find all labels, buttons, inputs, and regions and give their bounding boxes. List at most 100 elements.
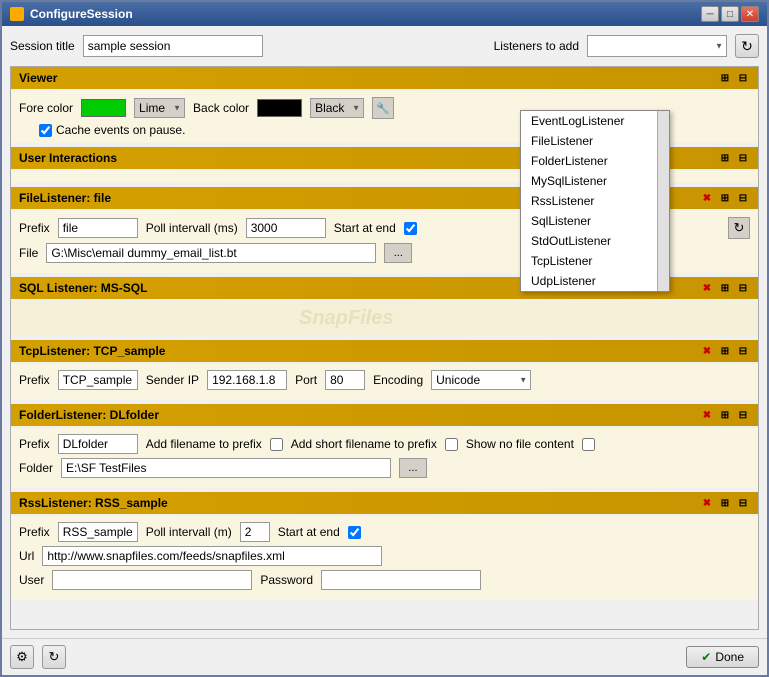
rss-poll-label: Poll intervall (m) (146, 525, 232, 539)
tcp-encoding-wrapper: Unicode ASCII UTF-8 (431, 370, 531, 390)
file-start-end-checkbox[interactable] (404, 222, 417, 235)
popup-scrollbar[interactable] (657, 111, 669, 291)
rss-url-input[interactable] (42, 546, 382, 566)
listeners-dropdown[interactable] (587, 35, 727, 57)
add-listener-button[interactable]: ↻ (735, 34, 759, 58)
rss-user-input[interactable] (52, 570, 252, 590)
bottom-bar: ⚙ ↻ ✔ Done (2, 638, 767, 675)
folder-show-no-file-checkbox[interactable] (582, 438, 595, 451)
file-listener-collapse-icon[interactable]: ⊟ (736, 191, 750, 205)
folder-browse-button[interactable]: ... (399, 458, 427, 478)
rss-listener-section: RssListener: RSS_sample ✖ ⊞ ⊟ Prefix Pol… (11, 492, 758, 600)
tcp-sender-ip-input[interactable] (207, 370, 287, 390)
tcp-listener-expand-icon[interactable]: ⊞ (718, 344, 732, 358)
rss-listener-body: Prefix Poll intervall (m) Start at end U… (11, 516, 758, 600)
folder-listener-collapse-icon[interactable]: ⊟ (736, 408, 750, 422)
folder-show-no-file-label: Show no file content (466, 437, 574, 451)
tcp-listener-collapse-icon[interactable]: ⊟ (736, 344, 750, 358)
tcp-port-input[interactable] (325, 370, 365, 390)
viewer-settings-button[interactable]: 🔧 (372, 97, 394, 119)
file-prefix-label: Prefix (19, 221, 50, 235)
sql-listener-collapse-icon[interactable]: ⊟ (736, 281, 750, 295)
viewer-header: Viewer ⊞ ⊟ (11, 67, 758, 89)
fore-color-preview (81, 99, 126, 117)
rss-password-label: Password (260, 573, 313, 587)
folder-folder-input[interactable] (61, 458, 391, 478)
folder-prefix-label: Prefix (19, 437, 50, 451)
file-listener-expand-icon[interactable]: ⊞ (718, 191, 732, 205)
listener-option-tcp[interactable]: TcpListener (521, 251, 669, 271)
main-content: Session title Listeners to add ↻ Vie (2, 26, 767, 638)
listener-option-mysql[interactable]: MySqlListener (521, 171, 669, 191)
rss-listener-header: RssListener: RSS_sample ✖ ⊞ ⊟ (11, 492, 758, 514)
sql-listener-expand-icon[interactable]: ⊞ (718, 281, 732, 295)
tcp-encoding-select[interactable]: Unicode ASCII UTF-8 (431, 370, 531, 390)
folder-listener-header: FolderListener: DLfolder ✖ ⊞ ⊟ (11, 404, 758, 426)
fore-color-dropdown-wrapper: Lime (134, 98, 185, 118)
listener-option-sql[interactable]: SqlListener (521, 211, 669, 231)
minimize-button[interactable]: ─ (701, 6, 719, 22)
folder-add-short-label: Add short filename to prefix (291, 437, 437, 451)
rss-listener-collapse-icon[interactable]: ⊟ (736, 496, 750, 510)
rss-start-end-checkbox[interactable] (348, 526, 361, 539)
tcp-listener-section: TcpListener: TCP_sample ✖ ⊞ ⊟ Prefix Sen… (11, 340, 758, 400)
rss-start-end-label: Start at end (278, 525, 340, 539)
viewer-collapse-icon[interactable]: ⊟ (736, 71, 750, 85)
tcp-prefix-input[interactable] (58, 370, 138, 390)
app-icon (10, 7, 24, 21)
rss-url-label: Url (19, 549, 34, 563)
folder-listener-section: FolderListener: DLfolder ✖ ⊞ ⊟ Prefix Ad… (11, 404, 758, 488)
main-window: ConfigureSession ─ □ ✕ Session title Lis… (0, 0, 769, 677)
user-interactions-title: User Interactions (19, 151, 117, 165)
file-poll-label: Poll intervall (ms) (146, 221, 238, 235)
rss-listener-remove-icon[interactable]: ✖ (700, 496, 714, 510)
folder-prefix-input[interactable] (58, 434, 138, 454)
listener-option-file[interactable]: FileListener (521, 131, 669, 151)
done-button[interactable]: ✔ Done (686, 646, 759, 668)
tcp-listener-remove-icon[interactable]: ✖ (700, 344, 714, 358)
folder-add-short-checkbox[interactable] (445, 438, 458, 451)
session-title-input[interactable] (83, 35, 263, 57)
folder-add-filename-checkbox[interactable] (270, 438, 283, 451)
sql-listener-title: SQL Listener: MS-SQL (19, 281, 147, 295)
listener-option-udp[interactable]: UdpListener (521, 271, 669, 291)
file-listener-remove-icon[interactable]: ✖ (700, 191, 714, 205)
folder-listener-expand-icon[interactable]: ⊞ (718, 408, 732, 422)
rss-listener-title: RssListener: RSS_sample (19, 496, 168, 510)
tcp-sender-ip-label: Sender IP (146, 373, 199, 387)
rss-poll-input[interactable] (240, 522, 270, 542)
back-color-label: Back color (193, 101, 249, 115)
cache-events-checkbox[interactable] (39, 124, 52, 137)
fore-color-select[interactable]: Lime (134, 98, 185, 118)
file-listener-title: FileListener: file (19, 191, 111, 205)
back-color-select[interactable]: Black (310, 98, 364, 118)
sql-listener-remove-icon[interactable]: ✖ (700, 281, 714, 295)
listener-option-folder[interactable]: FolderListener (521, 151, 669, 171)
tcp-listener-header: TcpListener: TCP_sample ✖ ⊞ ⊟ (11, 340, 758, 362)
listener-option-stdout[interactable]: StdOutListener (521, 231, 669, 251)
maximize-button[interactable]: □ (721, 6, 739, 22)
user-interactions-collapse-icon[interactable]: ⊟ (736, 151, 750, 165)
listener-option-rss[interactable]: RssListener (521, 191, 669, 211)
file-prefix-input[interactable] (58, 218, 138, 238)
folder-folder-label: Folder (19, 461, 53, 475)
close-button[interactable]: ✕ (741, 6, 759, 22)
rss-user-label: User (19, 573, 44, 587)
fore-color-label: Fore color (19, 101, 73, 115)
file-browse-button[interactable]: ... (384, 243, 412, 263)
folder-listener-remove-icon[interactable]: ✖ (700, 408, 714, 422)
file-file-input[interactable] (46, 243, 376, 263)
back-color-preview (257, 99, 302, 117)
bottom-left-btn-2[interactable]: ↻ (42, 645, 66, 669)
title-bar: ConfigureSession ─ □ ✕ (2, 2, 767, 26)
user-interactions-expand-icon[interactable]: ⊞ (718, 151, 732, 165)
file-refresh-button[interactable]: ↻ (728, 217, 750, 239)
tcp-port-label: Port (295, 373, 317, 387)
bottom-left-btn-1[interactable]: ⚙ (10, 645, 34, 669)
rss-listener-expand-icon[interactable]: ⊞ (718, 496, 732, 510)
file-poll-input[interactable] (246, 218, 326, 238)
viewer-expand-icon[interactable]: ⊞ (718, 71, 732, 85)
listener-option-eventlog[interactable]: EventLogListener (521, 111, 669, 131)
rss-prefix-input[interactable] (58, 522, 138, 542)
rss-password-input[interactable] (321, 570, 481, 590)
